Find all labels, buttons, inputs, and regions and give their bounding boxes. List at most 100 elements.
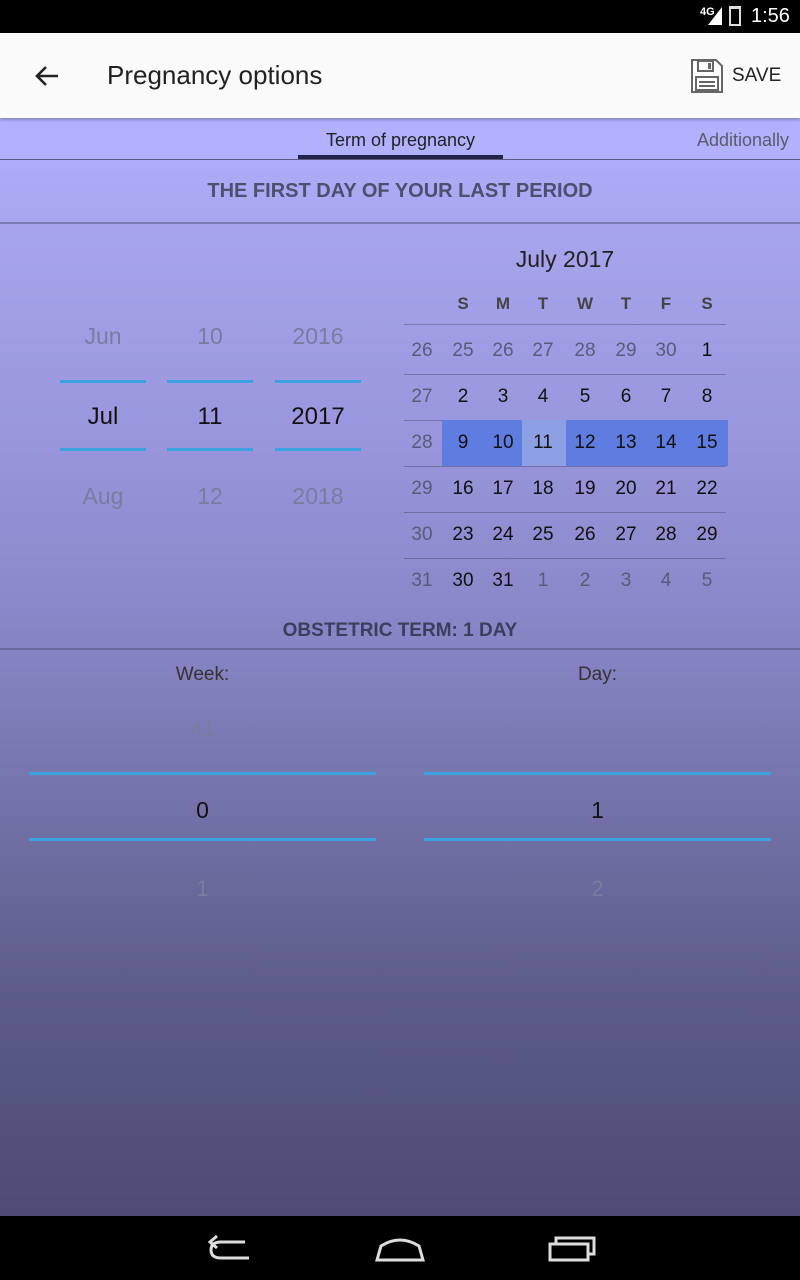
calendar-day[interactable]: 31 — [483, 570, 523, 592]
app-bar: Pregnancy options SAVE — [0, 33, 800, 118]
tab-bar: Term of pregnancy Additionally — [0, 118, 800, 160]
tab-indicator — [298, 155, 503, 159]
tab-term-of-pregnancy[interactable]: Term of pregnancy — [298, 130, 503, 151]
calendar-day[interactable]: 4 — [646, 570, 686, 592]
calendar-day[interactable]: 1 — [523, 570, 563, 592]
calendar-day[interactable]: 17 — [483, 478, 523, 500]
week-number: 26 — [411, 340, 433, 361]
calendar-day[interactable]: 15 — [687, 432, 727, 454]
calendar-day[interactable]: 28 — [565, 340, 605, 362]
day-label: Day: — [577, 664, 618, 685]
day-select-line-top — [167, 380, 253, 383]
week-select-line-top — [29, 772, 376, 775]
calendar-day[interactable]: 29 — [687, 524, 727, 546]
year-select-line-top — [275, 380, 361, 383]
recents-nav-icon[interactable] — [546, 1232, 596, 1264]
calendar-day[interactable]: 12 — [565, 432, 605, 454]
calendar-day[interactable]: 29 — [606, 340, 646, 362]
calendar-day[interactable]: 18 — [523, 478, 563, 500]
battery-icon — [729, 6, 741, 26]
weekday-header: M — [495, 294, 511, 313]
divider — [0, 222, 800, 224]
calendar-day[interactable]: 5 — [687, 570, 727, 592]
day-count-select-line-top — [424, 772, 771, 775]
day-prev[interactable]: 10 — [167, 323, 253, 350]
calendar-day[interactable]: 22 — [687, 478, 727, 500]
calendar-day[interactable]: 25 — [443, 340, 483, 362]
obstetric-term: OBSTETRIC TERM: 1 DAY — [282, 620, 518, 641]
day-count-next[interactable]: 2 — [424, 876, 771, 902]
calendar-day[interactable]: 3 — [606, 570, 646, 592]
month-next[interactable]: Aug — [60, 483, 146, 510]
section-title: THE FIRST DAY OF YOUR LAST PERIOD — [207, 180, 593, 202]
save-label: SAVE — [732, 65, 782, 86]
calendar-day[interactable]: 30 — [646, 340, 686, 362]
week-number: 31 — [411, 570, 433, 591]
calendar-day[interactable]: 27 — [606, 524, 646, 546]
week-number: 28 — [411, 432, 433, 453]
calendar-month-title: July 2017 — [515, 246, 615, 272]
calendar-day[interactable]: 26 — [483, 340, 523, 362]
back-arrow-icon[interactable] — [30, 59, 64, 93]
month-select-line-bottom — [60, 448, 146, 451]
calendar-day[interactable]: 24 — [483, 524, 523, 546]
back-nav-icon[interactable] — [205, 1232, 255, 1264]
calendar-day[interactable]: 7 — [646, 386, 686, 408]
week-selected[interactable]: 0 — [29, 797, 376, 824]
week-select-line-bottom — [29, 838, 376, 841]
day-count-select-line-bottom — [424, 838, 771, 841]
calendar-day[interactable]: 10 — [483, 432, 523, 454]
signal-icon — [708, 7, 722, 25]
calendar-day[interactable]: 2 — [565, 570, 605, 592]
day-select-line-bottom — [167, 448, 253, 451]
year-prev[interactable]: 2016 — [275, 323, 361, 350]
year-selected[interactable]: 2017 — [275, 403, 361, 431]
clock: 1:56 — [751, 5, 790, 27]
day-count-prev[interactable]: - — [424, 716, 771, 742]
calendar-day[interactable]: 13 — [606, 432, 646, 454]
month-selected[interactable]: Jul — [60, 403, 146, 431]
navigation-bar — [0, 1216, 800, 1280]
calendar-day[interactable]: 9 — [443, 432, 483, 454]
calendar-day[interactable]: 26 — [565, 524, 605, 546]
weekday-header: W — [576, 294, 594, 313]
weekday-header: S — [457, 294, 469, 313]
tab-additionally[interactable]: Additionally — [697, 130, 789, 151]
calendar-day[interactable]: 3 — [483, 386, 523, 408]
status-bar: 4G 1:56 — [0, 0, 800, 33]
calendar-day[interactable]: 4 — [523, 386, 563, 408]
day-selected[interactable]: 11 — [167, 403, 253, 431]
main-content: Term of pregnancy Additionally THE FIRST… — [0, 118, 800, 1216]
calendar-day[interactable]: 28 — [646, 524, 686, 546]
calendar-day[interactable]: 30 — [443, 570, 483, 592]
calendar-day[interactable]: 8 — [687, 386, 727, 408]
calendar-day[interactable]: 21 — [646, 478, 686, 500]
calendar-day[interactable]: 2 — [443, 386, 483, 408]
calendar-day[interactable]: 6 — [606, 386, 646, 408]
page-title: Pregnancy options — [107, 60, 323, 90]
calendar-day[interactable]: 20 — [606, 478, 646, 500]
month-prev[interactable]: Jun — [60, 323, 146, 350]
calendar-day[interactable]: 27 — [523, 340, 563, 362]
week-label: Week: — [175, 664, 230, 685]
calendar-day[interactable]: 25 — [523, 524, 563, 546]
divider — [0, 648, 800, 650]
calendar-day[interactable]: 19 — [565, 478, 605, 500]
save-button[interactable]: SAVE — [690, 55, 790, 97]
home-nav-icon[interactable] — [373, 1232, 427, 1264]
calendar-day[interactable]: 5 — [565, 386, 605, 408]
week-next[interactable]: 1 — [29, 876, 376, 902]
week-prev[interactable]: 41 — [29, 716, 376, 742]
week-number: 29 — [411, 478, 433, 499]
day-count-selected[interactable]: 1 — [424, 797, 771, 824]
calendar-separator — [404, 466, 726, 467]
calendar-day[interactable]: 23 — [443, 524, 483, 546]
day-next[interactable]: 12 — [167, 483, 253, 510]
calendar-day[interactable]: 16 — [443, 478, 483, 500]
calendar-day[interactable]: 11 — [523, 432, 563, 454]
calendar-day[interactable]: 1 — [687, 340, 727, 362]
week-number: 27 — [411, 386, 433, 407]
weekday-header: T — [537, 294, 549, 313]
year-next[interactable]: 2018 — [275, 483, 361, 510]
calendar-day[interactable]: 14 — [646, 432, 686, 454]
